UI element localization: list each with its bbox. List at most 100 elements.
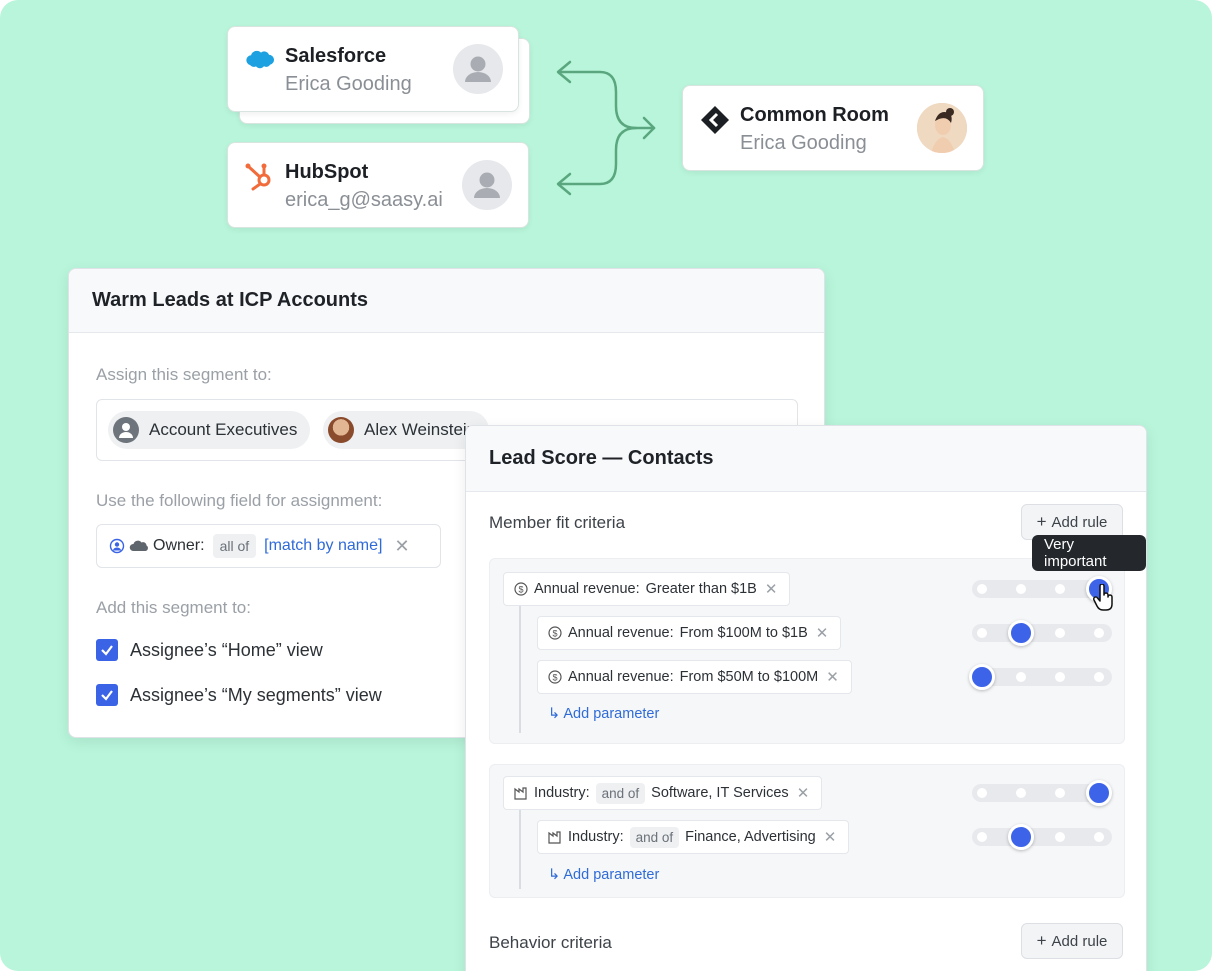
slider-stop[interactable] <box>1055 832 1065 842</box>
tree-connector <box>519 807 521 889</box>
rule-key: Annual revenue: <box>568 669 674 685</box>
dollar-icon: $ <box>548 626 562 640</box>
salesforce-card: Salesforce Erica Gooding <box>227 26 519 112</box>
hubspot-source-name: HubSpot <box>285 161 369 183</box>
operator-tag[interactable]: and of <box>629 826 680 848</box>
rule-key: Annual revenue: <box>568 625 674 641</box>
common-room-identity: Erica Gooding <box>740 132 867 154</box>
rule-value: Finance, Advertising <box>685 829 816 845</box>
assign-label: Assign this segment to: <box>96 365 272 384</box>
hubspot-card: HubSpot erica_g@saasy.ai <box>227 142 529 228</box>
revenue-rule[interactable]: $ Annual revenue: From $100M to $1B ✕ <box>537 616 842 650</box>
home-view-label: Assignee’s “Home” view <box>130 639 323 660</box>
plus-icon: + <box>1036 512 1047 531</box>
svg-text:$: $ <box>552 673 557 683</box>
owner-field[interactable]: Owner: all of [match by name] ✕ <box>96 524 441 568</box>
industry-rule[interactable]: Industry: and of Software, IT Services ✕ <box>503 776 823 810</box>
slider-stop[interactable] <box>1055 672 1065 682</box>
dollar-icon: $ <box>514 582 528 596</box>
slider-stop[interactable] <box>1016 584 1026 594</box>
slider-stop[interactable] <box>1094 832 1104 842</box>
slider-stop[interactable] <box>1055 584 1065 594</box>
slider-knob[interactable] <box>1086 780 1112 806</box>
rule-value: Software, IT Services <box>651 785 789 801</box>
operator-tag[interactable]: and of <box>595 782 646 804</box>
slider-stop[interactable] <box>1094 672 1104 682</box>
salesforce-identity: Erica Gooding <box>285 73 412 95</box>
my-segments-view-label: Assignee’s “My segments” view <box>130 684 382 705</box>
canvas: Salesforce Erica Gooding HubSpot erica_g… <box>0 0 1212 971</box>
factory-icon <box>548 831 561 844</box>
checkbox-checked-icon[interactable] <box>96 684 118 706</box>
slider-stop[interactable] <box>1016 672 1026 682</box>
home-view-checkbox-row[interactable]: Assignee’s “Home” view <box>96 639 323 661</box>
add-segment-label: Add this segment to: <box>96 598 251 617</box>
add-rule-button[interactable]: + Add rule <box>1021 923 1123 959</box>
rule-key: Annual revenue: <box>534 581 640 597</box>
importance-slider[interactable] <box>969 664 1112 690</box>
return-arrow-icon: ↳ <box>548 867 564 883</box>
close-icon[interactable]: ✕ <box>826 668 839 686</box>
close-icon[interactable]: ✕ <box>765 580 778 598</box>
segment-panel-title: Warm Leads at ICP Accounts <box>69 269 824 333</box>
slider-stop[interactable] <box>977 584 987 594</box>
placeholder-avatar-icon <box>462 160 512 210</box>
importance-slider[interactable] <box>972 576 1112 602</box>
dollar-icon: $ <box>548 670 562 684</box>
add-parameter-link[interactable]: ↳ Add parameter <box>548 867 659 883</box>
rule-key: Industry: <box>568 829 624 845</box>
slider-knob[interactable] <box>969 664 995 690</box>
salesforce-source-name: Salesforce <box>285 45 387 67</box>
hubspot-identity: erica_g@saasy.ai <box>285 189 443 211</box>
lead-score-panel: Lead Score — Contacts Member fit criteri… <box>465 425 1147 971</box>
return-arrow-icon: ↳ <box>548 706 564 722</box>
common-room-card: Common Room Erica Gooding <box>682 85 984 171</box>
tree-connector <box>519 601 521 733</box>
hubspot-logo-icon <box>244 161 276 193</box>
slider-stop[interactable] <box>1055 628 1065 638</box>
owner-match-value[interactable]: [match by name] <box>264 537 382 555</box>
importance-slider[interactable] <box>972 620 1112 646</box>
rule-value: From $50M to $100M <box>679 669 819 685</box>
add-parameter-label: Add parameter <box>563 867 660 883</box>
importance-tooltip: Very important <box>1032 535 1146 571</box>
assignee-chip-account-executives[interactable]: Account Executives <box>108 411 311 449</box>
owner-label: Owner: <box>153 537 205 554</box>
revenue-rule[interactable]: $ Annual revenue: From $50M to $100M ✕ <box>537 660 852 694</box>
slider-stop[interactable] <box>977 628 987 638</box>
plus-icon: + <box>1036 931 1047 950</box>
assignee-chip-label: Alex Weinstein <box>364 420 477 439</box>
lead-score-panel-title: Lead Score — Contacts <box>466 426 1146 492</box>
slider-stop[interactable] <box>1094 628 1104 638</box>
common-room-source-name: Common Room <box>740 104 889 126</box>
slider-stop[interactable] <box>977 832 987 842</box>
user-photo-avatar <box>917 103 967 153</box>
slider-knob[interactable] <box>1008 620 1034 646</box>
field-label: Use the following field for assignment: <box>96 491 383 510</box>
rule-value: Greater than $1B <box>645 581 757 597</box>
revenue-rule[interactable]: $ Annual revenue: Greater than $1B ✕ <box>503 572 791 606</box>
slider-stop[interactable] <box>1055 788 1065 798</box>
slider-stop[interactable] <box>1016 788 1026 798</box>
importance-slider[interactable] <box>972 780 1112 806</box>
importance-slider[interactable] <box>972 824 1112 850</box>
owner-operator-tag[interactable]: all of <box>212 534 257 558</box>
group-icon <box>113 417 139 443</box>
person-avatar <box>328 417 354 443</box>
checkbox-checked-icon[interactable] <box>96 639 118 661</box>
close-icon[interactable]: ✕ <box>797 784 810 802</box>
salesforce-logo-icon <box>244 45 276 77</box>
svg-text:$: $ <box>552 629 557 639</box>
placeholder-avatar-icon <box>453 44 503 94</box>
close-icon[interactable]: ✕ <box>824 828 837 846</box>
industry-rule[interactable]: Industry: and of Finance, Advertising ✕ <box>537 820 850 854</box>
merge-arrows-icon <box>556 60 656 196</box>
cloud-icon <box>129 540 148 551</box>
close-icon[interactable]: ✕ <box>394 536 409 557</box>
add-parameter-link[interactable]: ↳ Add parameter <box>548 706 659 722</box>
rule-value: From $100M to $1B <box>679 625 808 641</box>
my-segments-checkbox-row[interactable]: Assignee’s “My segments” view <box>96 684 382 706</box>
close-icon[interactable]: ✕ <box>816 624 829 642</box>
slider-knob[interactable] <box>1008 824 1034 850</box>
slider-stop[interactable] <box>977 788 987 798</box>
